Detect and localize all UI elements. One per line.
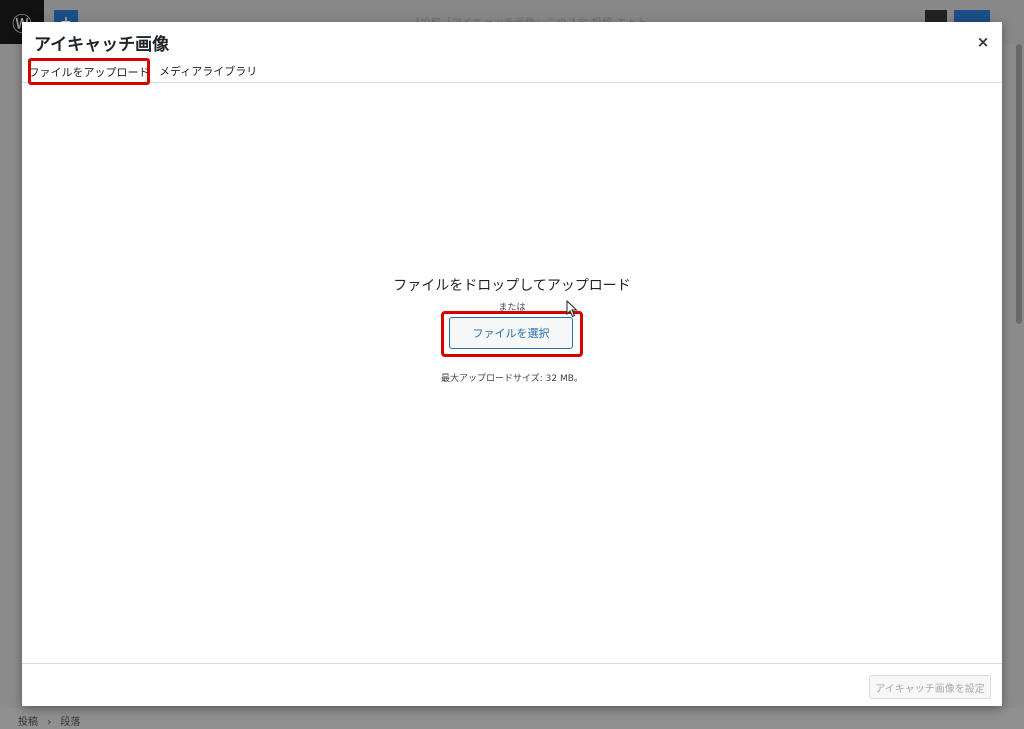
breadcrumb-item-paragraph: 段落 [60,717,81,728]
drop-instructions: ファイルをドロップしてアップロード [393,278,631,294]
tab-upload-label: ファイルをアップロード [28,65,150,79]
editor-footer: 投稿 › 段落 [0,708,1024,729]
upload-drop-zone[interactable]: ファイルをドロップしてアップロード または ファイルを選択 最大アップロードサイ… [22,83,1002,663]
breadcrumb: 投稿 › 段落 [18,713,86,728]
select-files-button[interactable]: ファイルを選択 [449,317,573,349]
modal-footer: アイキャッチ画像を設定 [22,663,1002,707]
close-button[interactable]: × [972,31,994,53]
tab-media-library[interactable]: メディアライブラリ [159,63,257,79]
select-files-highlight: ファイルを選択 [441,311,583,357]
breadcrumb-item-post: 投稿 [18,717,38,728]
scrollbar [1016,44,1022,324]
featured-image-modal: アイキャッチ画像 × ファイルをアップロード メディアライブラリ ファイルをドロ… [22,22,1002,706]
mouse-cursor-icon [566,300,578,318]
media-tabs: ファイルをアップロード メディアライブラリ [22,58,1002,85]
tab-upload-files[interactable]: ファイルをアップロード [28,58,150,85]
breadcrumb-separator: › [47,717,52,728]
modal-title: アイキャッチ画像 [34,35,170,55]
max-upload-size: 最大アップロードサイズ: 32 MB。 [441,374,583,384]
set-featured-image-button[interactable]: アイキャッチ画像を設定 [869,675,991,699]
